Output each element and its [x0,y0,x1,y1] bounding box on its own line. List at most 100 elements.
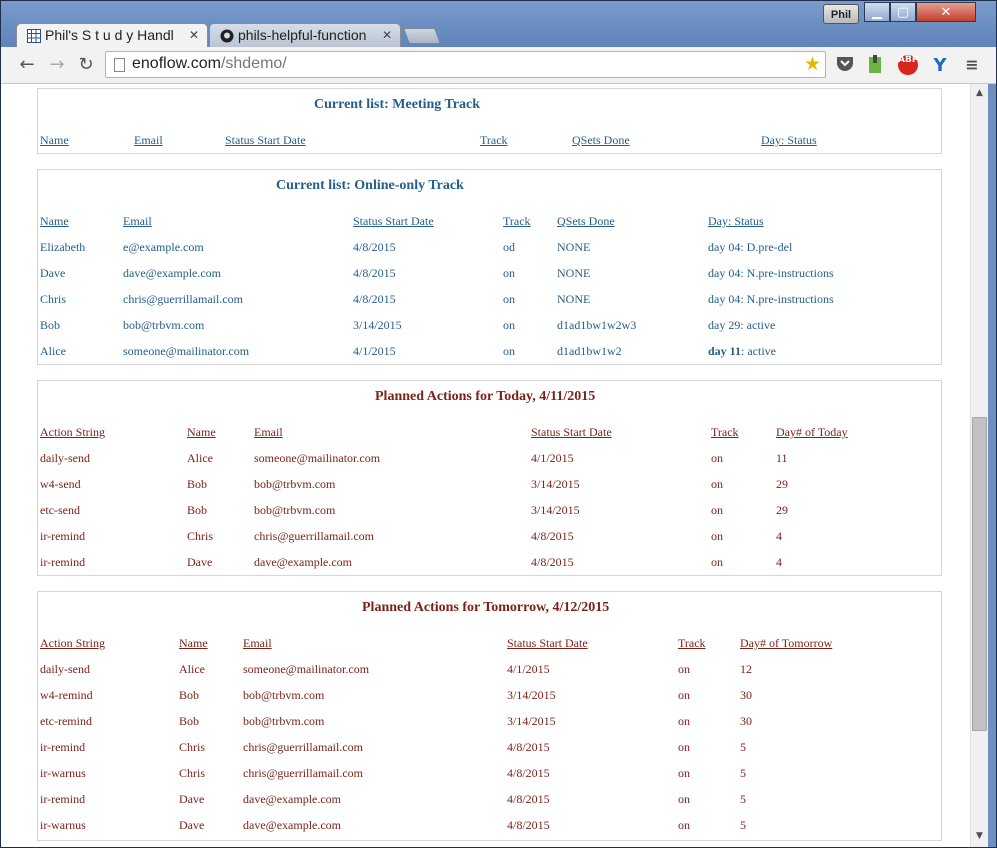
table-cell-action: ir-remind [40,792,86,806]
column-header-track[interactable]: Track [711,425,739,440]
column-header-qsets-done[interactable]: QSets Done [572,133,630,148]
column-header-day-of-today[interactable]: Day# of Today [776,425,848,440]
column-header-status-start-date[interactable]: Status Start Date [225,133,306,148]
table-cell-day: 30 [740,688,752,702]
column-header-track[interactable]: Track [480,133,508,148]
table-cell-track: on [678,818,690,832]
tab-helpful-functions[interactable]: phils-helpful-function ✕ [209,23,401,48]
scroll-up-icon[interactable]: ▲ [971,86,988,100]
table-cell-email: dave@example.com [243,792,342,806]
table-cell-daystatus: day 04: N.pre-instructions [708,266,834,280]
adblock-icon[interactable]: ABP [898,55,918,75]
table-cell-qsets: d1ad1bw1w2w3 [557,318,637,332]
forward-icon[interactable]: → [45,53,69,77]
table-cell-daystatus: day 11: active [708,344,776,358]
table-cell-email: bob@trbvm.com [243,714,325,728]
table-cell-daystatus: day 29: active [708,318,776,332]
table-cell-email: bob@trbvm.com [254,477,336,491]
reload-icon[interactable]: ↻ [74,53,98,77]
evernote-icon[interactable] [865,55,885,75]
table-cell-day: 5 [740,740,746,754]
panel-title: Planned Actions for Today, 4/11/2015 [375,389,596,404]
table-cell-email: bob@trbvm.com [254,503,336,517]
column-header-status-start-date[interactable]: Status Start Date [531,425,612,440]
table-cell-day: 29 [776,503,788,517]
meeting-track-panel: Current list: Meeting Track Name Email S… [37,88,942,154]
table-cell-track: on [503,292,515,306]
table-cell-email: chris@guerrillamail.com [243,766,364,780]
table-cell-action: daily-send [40,451,90,465]
toolbar: ← → ↻ enoflow.com/shdemo/ ★ ABP Y ≡ [1,47,996,84]
column-header-status-start-date[interactable]: Status Start Date [353,214,434,229]
column-header-status-start-date[interactable]: Status Start Date [507,636,588,651]
close-window-button[interactable]: ✕ [916,2,976,22]
column-header-track[interactable]: Track [503,214,531,229]
table-cell-email: dave@example.com [243,818,342,832]
star-icon[interactable]: ★ [804,53,821,75]
table-cell-date: 3/14/2015 [353,318,402,332]
table-cell-track: on [711,529,723,543]
panel-title: Planned Actions for Tomorrow, 4/12/2015 [362,600,610,615]
window-frame [988,84,996,847]
maximize-button[interactable]: ▢ [890,2,916,22]
column-header-name[interactable]: Name [40,133,69,148]
table-cell-date: 3/14/2015 [507,714,556,728]
online-track-panel: Current list: Online-only Track Name Ema… [37,169,942,365]
tab-close-icon[interactable]: ✕ [382,28,392,42]
table-cell-date: 3/14/2015 [507,688,556,702]
table-cell-track: on [678,766,690,780]
table-cell-daystatus: day 04: N.pre-instructions [708,292,834,306]
column-header-name[interactable]: Name [40,214,69,229]
column-header-email[interactable]: Email [243,636,272,651]
back-icon[interactable]: ← [15,53,39,77]
table-cell-action: w4-remind [40,688,93,702]
browser-window: Phil ▁ ▢ ✕ Phil's S t u d y Handl ✕ phil… [0,0,997,848]
table-cell-track: on [503,318,515,332]
new-tab-button[interactable] [403,28,441,44]
column-header-qsets-done[interactable]: QSets Done [557,214,615,229]
table-cell-email: chris@guerrillamail.com [243,740,364,754]
planned-actions-tomorrow-panel: Planned Actions for Tomorrow, 4/12/2015 … [37,591,942,841]
scrollbar-thumb[interactable] [972,417,987,731]
column-header-email[interactable]: Email [123,214,152,229]
column-header-day-status[interactable]: Day: Status [761,133,817,148]
column-header-track[interactable]: Track [678,636,706,651]
column-header-name[interactable]: Name [187,425,216,440]
table-cell-qsets: NONE [557,266,591,280]
tab-title: phils-helpful-function [238,27,367,43]
grid-icon [27,29,41,43]
table-cell-daystatus: day 04: D.pre-del [708,240,793,254]
table-cell-name: Chris [40,292,67,306]
profile-button[interactable]: Phil [823,4,859,24]
table-cell-track: on [503,266,515,280]
column-header-action-string[interactable]: Action String [40,636,105,651]
column-header-email[interactable]: Email [254,425,283,440]
tab-study-handler[interactable]: Phil's S t u d y Handl ✕ [16,23,208,48]
column-header-email[interactable]: Email [134,133,163,148]
table-cell-day: 4 [776,529,782,543]
table-cell-date: 4/8/2015 [353,240,396,254]
scroll-down-icon[interactable]: ▼ [971,829,988,843]
vertical-scrollbar[interactable]: ▲ ▼ [970,84,988,847]
column-header-day-status[interactable]: Day: Status [708,214,764,229]
pocket-icon[interactable] [835,55,855,75]
extension-y-icon[interactable]: Y [930,55,950,76]
address-bar[interactable]: enoflow.com/shdemo/ ★ [105,51,826,78]
table-cell-email: someone@mailinator.com [123,344,250,358]
page-content: Current list: Meeting Track Name Email S… [1,84,970,847]
minimize-button[interactable]: ▁ [864,2,890,22]
table-cell-date: 3/14/2015 [531,503,580,517]
column-header-action-string[interactable]: Action String [40,425,105,440]
menu-icon[interactable]: ≡ [962,55,982,75]
table-cell-name: Dave [179,792,205,806]
table-cell-qsets: d1ad1bw1w2 [557,344,622,358]
column-header-day-of-tomorrow[interactable]: Day# of Tomorrow [740,636,832,651]
table-cell-email: bob@trbvm.com [123,318,205,332]
table-cell-date: 4/8/2015 [353,266,396,280]
table-cell-date: 4/8/2015 [353,292,396,306]
column-header-name[interactable]: Name [179,636,208,651]
tab-close-icon[interactable]: ✕ [189,28,199,42]
table-cell-track: on [678,688,690,702]
table-cell-track: on [711,555,723,569]
table-cell-day: 12 [740,662,752,676]
